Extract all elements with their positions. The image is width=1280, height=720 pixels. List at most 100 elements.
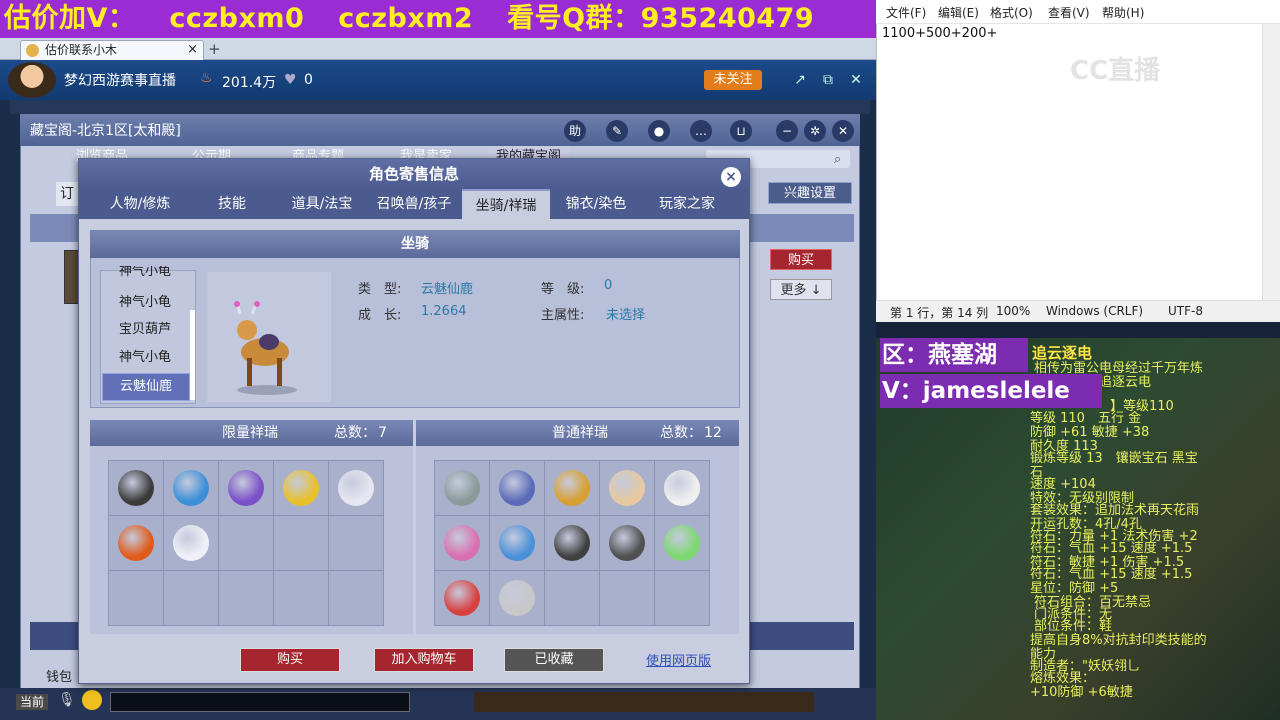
emoji-icon[interactable] xyxy=(82,690,102,710)
notepad-text-area[interactable]: 1100+500+200+ xyxy=(882,26,997,41)
xiangrui-slot[interactable] xyxy=(435,516,489,570)
new-tab-icon[interactable]: + xyxy=(208,40,226,58)
cart-icon[interactable]: ⊔ xyxy=(730,120,752,142)
minimize-icon[interactable]: − xyxy=(776,120,798,142)
xiangrui-slot[interactable] xyxy=(600,571,654,625)
status-encoding: UTF-8 xyxy=(1168,304,1203,318)
xiangrui-pet-icon xyxy=(554,470,590,506)
xiangrui-slot[interactable] xyxy=(164,516,218,570)
interest-settings-button[interactable]: 兴趣设置 xyxy=(768,182,852,204)
xiangrui-slot[interactable] xyxy=(329,516,383,570)
xiangrui-pet-icon xyxy=(444,580,480,616)
banner-text-3: cczbxm2 xyxy=(338,3,474,34)
xiangrui-slot[interactable] xyxy=(490,461,544,515)
xiangrui-slot[interactable] xyxy=(600,461,654,515)
more-button[interactable]: 更多 ↓ xyxy=(770,279,832,300)
xiangrui-slot[interactable] xyxy=(274,461,328,515)
chat-icon[interactable]: … xyxy=(690,120,712,142)
tab-character[interactable]: 人物/修炼 xyxy=(100,189,180,219)
xiangrui-slot[interactable] xyxy=(655,461,709,515)
xiangrui-slot[interactable] xyxy=(164,571,218,625)
xiangrui-pet-icon xyxy=(444,470,480,506)
xiangrui-slot[interactable] xyxy=(219,516,273,570)
current-channel-button[interactable]: 当前 xyxy=(16,694,49,710)
menu-edit[interactable]: 编辑(E) xyxy=(938,4,979,21)
menu-help[interactable]: 帮助(H) xyxy=(1102,4,1144,21)
settings-icon[interactable]: ✲ xyxy=(804,120,826,142)
mount-list-item[interactable]: 神气小龟 xyxy=(102,266,188,282)
xiangrui-slot[interactable] xyxy=(274,571,328,625)
tab-outfits[interactable]: 锦衣/染色 xyxy=(556,189,636,219)
close-icon[interactable]: ✕ xyxy=(846,70,866,90)
buy-button[interactable]: 购买 xyxy=(240,648,340,672)
menu-view[interactable]: 查看(V) xyxy=(1048,4,1090,21)
mount-list-item[interactable]: 神气小龟 xyxy=(102,290,188,316)
banner-text-1: 估价加V： xyxy=(4,3,136,34)
web-version-link[interactable]: 使用网页版 xyxy=(646,650,711,669)
growth-label: 成 长: xyxy=(358,308,402,323)
cbg-window-title: 藏宝阁-北京1区[太和殿] xyxy=(30,123,181,139)
heart-icon[interactable]: ♥ xyxy=(284,72,297,88)
xiangrui-slot[interactable] xyxy=(490,571,544,625)
wallet-label: 钱包 xyxy=(46,670,73,685)
xiangrui-slot[interactable] xyxy=(274,516,328,570)
limited-xiangrui-title: 限量祥瑞 xyxy=(222,425,278,441)
xiangrui-slot[interactable] xyxy=(164,461,218,515)
xiangrui-slot[interactable] xyxy=(109,571,163,625)
mount-list-item[interactable]: 神气小龟 xyxy=(102,345,188,371)
xiangrui-slot[interactable] xyxy=(329,571,383,625)
search-icon[interactable]: ⌕ xyxy=(834,152,841,167)
mount-list-item[interactable]: 宝贝葫芦 xyxy=(102,317,188,343)
record-icon[interactable]: ● xyxy=(648,120,670,142)
xiangrui-slot[interactable] xyxy=(490,516,544,570)
xiangrui-slot[interactable] xyxy=(545,461,599,515)
tab-mounts[interactable]: 坐骑/祥瑞 xyxy=(462,189,550,221)
equipment-line: 星位：防御 +5 xyxy=(1030,581,1119,596)
tab-pets[interactable]: 召唤兽/孩子 xyxy=(370,189,458,219)
menu-format[interactable]: 格式(O) xyxy=(990,4,1033,21)
status-position: 第 1 行，第 14 列 xyxy=(890,306,989,320)
tab-skills[interactable]: 技能 xyxy=(200,189,264,219)
xiangrui-slot[interactable] xyxy=(109,516,163,570)
xiangrui-pet-icon xyxy=(609,525,645,561)
xiangrui-slot[interactable] xyxy=(219,461,273,515)
dialog-close-icon[interactable]: × xyxy=(721,167,741,187)
share-icon[interactable]: ↗ xyxy=(790,70,810,90)
mount-list-item-selected[interactable]: 云魅仙鹿 xyxy=(102,373,190,401)
xiangrui-slot[interactable] xyxy=(545,516,599,570)
notepad-scrollbar[interactable] xyxy=(1262,24,1280,300)
xiangrui-slot[interactable] xyxy=(329,461,383,515)
xiangrui-slot[interactable] xyxy=(655,516,709,570)
follow-button[interactable]: 未关注 xyxy=(704,70,762,90)
xiangrui-slot[interactable] xyxy=(655,571,709,625)
equipment-line: 提高自身8%对抗封印类技能的 xyxy=(1030,633,1207,648)
streamer-avatar[interactable] xyxy=(8,62,56,98)
xiangrui-slot[interactable] xyxy=(435,461,489,515)
xiangrui-pet-icon xyxy=(499,470,535,506)
mount-list-scrollbar[interactable] xyxy=(190,310,195,400)
xiangrui-slot[interactable] xyxy=(435,571,489,625)
menu-file[interactable]: 文件(F) xyxy=(886,4,926,21)
xiangrui-slot[interactable] xyxy=(545,571,599,625)
game-top-strip xyxy=(10,100,870,114)
banner-text-4: 看号Q群：935240479 xyxy=(507,3,815,34)
help-icon[interactable]: 助 xyxy=(564,120,586,142)
pin-icon[interactable]: ✎ xyxy=(606,120,628,142)
mic-icon[interactable]: 🎙 xyxy=(58,692,76,710)
close-cbg-icon[interactable]: ✕ xyxy=(832,120,854,142)
order-tab-fragment[interactable]: 订 xyxy=(56,182,78,206)
tab-home[interactable]: 玩家之家 xyxy=(646,189,728,219)
chat-input[interactable] xyxy=(110,692,410,712)
popout-icon[interactable]: ⧉ xyxy=(818,70,838,90)
xiangrui-slot[interactable] xyxy=(219,571,273,625)
close-tab-icon[interactable]: × xyxy=(187,41,198,59)
equipment-line: 符石：气血 +15 速度 +1.5 xyxy=(1030,567,1193,582)
xiangrui-slot[interactable] xyxy=(600,516,654,570)
tab-items[interactable]: 道具/法宝 xyxy=(282,189,362,219)
equipment-line: 符石：气血 +15 速度 +1.5 xyxy=(1030,541,1193,556)
add-to-cart-button[interactable]: 加入购物车 xyxy=(374,648,474,672)
favorited-button[interactable]: 已收藏 xyxy=(504,648,604,672)
browser-tab[interactable]: 估价联系小木 × xyxy=(20,40,204,60)
buy-button-side[interactable]: 购买 xyxy=(770,249,832,270)
xiangrui-slot[interactable] xyxy=(109,461,163,515)
